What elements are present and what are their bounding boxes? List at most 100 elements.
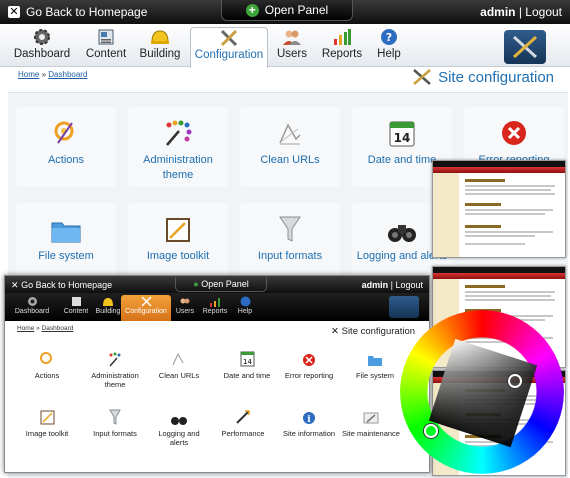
overlay-nav-configuration[interactable]: Configuration [121,295,171,321]
nav-configuration[interactable]: Configuration [190,27,268,68]
actions-icon [16,117,116,147]
tools-icon [121,295,171,308]
open-panel-button[interactable]: + Open Panel [221,0,353,21]
tile-actions[interactable]: Actions [16,107,116,187]
tile-administration-theme[interactable]: Administration theme [128,107,228,187]
overlay-nav-label: Building [95,308,121,315]
nav-label: Dashboard [13,48,71,60]
overlay-username: admin [361,280,389,290]
palette-icon [128,117,228,147]
top-bar: ✕ Go Back to Homepage + Open Panel admin… [0,0,570,24]
overlay-user-area: admin | Logout [362,280,423,290]
bar-chart-icon [197,295,233,308]
nav-reports[interactable]: Reports [320,27,364,66]
gear-icon [10,27,74,47]
nav-label: Content [85,48,127,60]
overlay-nav-reports[interactable]: Reports [197,295,233,321]
overlay-tile-performance[interactable]: Performance [213,409,273,438]
palette-icon [85,351,145,367]
clean-urls-icon [149,351,209,367]
logout-link[interactable]: Logout [525,5,562,19]
overlay-tile-label: Logging and alerts [158,429,200,447]
overlay-tile-logging-and-alerts[interactable]: Logging and alerts [149,409,209,447]
nav-dashboard[interactable]: Dashboard [10,27,74,66]
overlay-tile-date-and-time[interactable]: 14 Date and time [217,351,277,380]
maintenance-icon [341,409,401,425]
overlay-home-label: Go Back to Homepage [21,280,113,290]
nav-content[interactable]: Content [82,27,130,66]
image-toolkit-icon [128,213,228,243]
overlay-tile-label: Date and time [223,371,271,380]
user-area: admin | Logout [480,5,562,19]
overlay-nav-label: Configuration [125,308,167,315]
overlay-tile-label: Image toolkit [25,429,69,438]
overlay-nav-label: Dashboard [14,308,50,315]
close-x-icon: ✕ [8,6,20,18]
calendar-icon: 14 [352,117,452,147]
overlay-nav-help[interactable]: Help [231,295,259,321]
username: admin [480,5,516,19]
thumbnail-screenshot-1 [432,160,566,258]
nav-label: Users [276,48,308,60]
overlay-breadcrumb-home[interactable]: Home [17,325,34,332]
overlay-tile-file-system[interactable]: File system [345,351,405,380]
gear-icon [11,295,53,308]
overlay-tile-site-maintenance[interactable]: Site maintenance [341,409,401,438]
overlay-tile-label: Error reporting [284,371,334,380]
info-icon: i [279,409,339,425]
folder-icon [16,213,116,243]
close-x-icon: ✕ [11,280,19,290]
calendar-icon: 14 [217,351,277,367]
overlay-nav-label: Reports [202,308,228,315]
hue-handle[interactable] [424,424,438,438]
error-icon [279,351,339,367]
image-toolkit-icon [17,409,77,425]
folder-icon [345,351,405,367]
nav-help[interactable]: ? Help [372,27,406,66]
breadcrumb-home[interactable]: Home [18,70,39,79]
overlay-tile-site-information[interactable]: i Site information [279,409,339,438]
color-wheel-picker[interactable] [400,310,564,474]
overlay-tile-image-toolkit[interactable]: Image toolkit [17,409,77,438]
nav-users[interactable]: Users [274,27,310,66]
svg-text:?: ? [386,31,392,44]
overlay-breadcrumb-dashboard[interactable]: Dashboard [42,325,74,332]
overlay-logout-link[interactable]: Logout [395,280,423,290]
overlay-tile-administration-theme[interactable]: Administration theme [85,351,145,389]
color-handle[interactable] [508,374,522,388]
breadcrumb-dashboard[interactable]: Dashboard [48,70,87,79]
svg-text:14: 14 [394,131,411,145]
overlay-tile-input-formats[interactable]: Input formats [85,409,145,438]
overlay-tile-error-reporting[interactable]: Error reporting [279,351,339,380]
overlay-home-link[interactable]: ✕ Go Back to Homepage [11,280,112,291]
overlay-tile-label: Administration theme [91,371,139,389]
error-icon [464,117,564,147]
overlay-top-bar: ✕ Go Back to Homepage ● Open Panel admin… [5,276,429,293]
overlay-tile-clean-urls[interactable]: Clean URLs [149,351,209,380]
nav-label: Building [139,48,181,60]
go-back-homepage-link[interactable]: ✕ Go Back to Homepage [8,5,147,19]
plus-icon: ● [193,279,199,289]
tile-image-toolkit[interactable]: Image toolkit [128,203,228,283]
nav-label: Configuration [194,49,264,61]
tile-input-formats[interactable]: Input formats [240,203,340,283]
funnel-icon [85,409,145,425]
tile-label: File system [38,250,94,262]
separator: | [518,5,522,19]
content-icon [82,27,130,47]
nav-building[interactable]: Building [138,27,182,66]
overlay-separator: | [390,280,393,290]
overlay-tile-actions[interactable]: Actions [17,351,77,380]
overlay-nav-label: Users [175,308,195,315]
overlay-open-panel-button[interactable]: ● Open Panel [175,277,267,292]
funnel-icon [240,213,340,243]
open-panel-label: Open Panel [264,3,329,17]
users-icon [274,27,310,47]
overlay-tile-label: Site maintenance [342,429,400,438]
tile-file-system[interactable]: File system [16,203,116,283]
overlay-tile-label: Input formats [93,429,137,438]
home-link-label: Go Back to Homepage [26,5,148,19]
tile-clean-urls[interactable]: Clean URLs [240,107,340,187]
overlay-breadcrumb-sep: » [36,325,40,332]
overlay-nav-dashboard[interactable]: Dashboard [11,295,53,321]
